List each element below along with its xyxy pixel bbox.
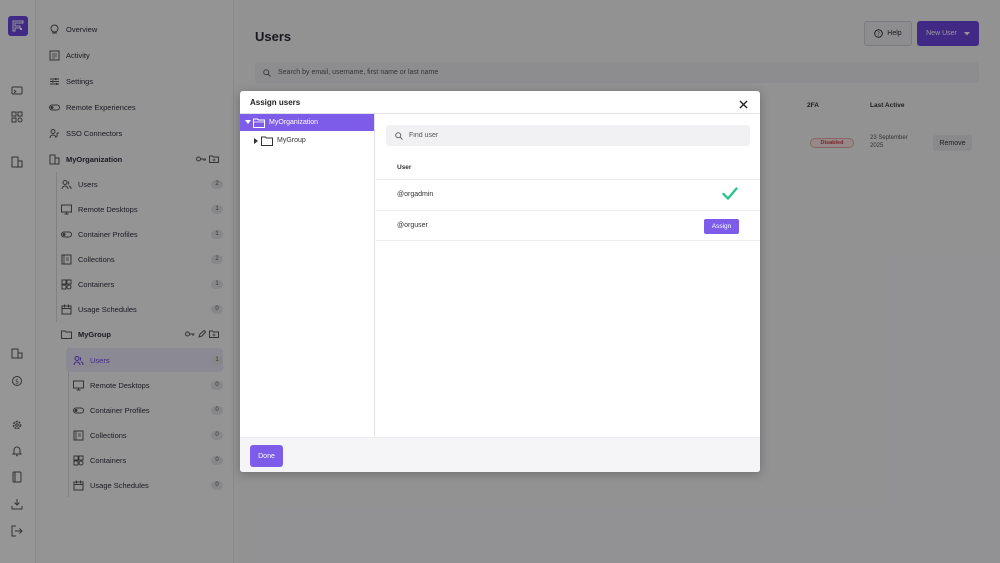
folder-open-icon: [253, 118, 266, 128]
find-user-input[interactable]: [386, 125, 750, 146]
modal-footer: Done: [240, 437, 760, 472]
done-button[interactable]: Done: [250, 445, 283, 467]
folder-icon: [261, 136, 274, 146]
table-row: @orgadmin: [376, 179, 760, 210]
table-row: @orguser Assign: [376, 210, 760, 241]
close-icon[interactable]: [738, 97, 749, 109]
user-name: @orguser: [397, 222, 428, 229]
tree-node-myorganization[interactable]: MyOrganization: [240, 114, 374, 131]
search-icon: [395, 132, 403, 140]
user-name: @orgadmin: [397, 191, 434, 198]
assign-button[interactable]: Assign: [704, 219, 739, 234]
tree-node-mygroup[interactable]: MyGroup: [248, 132, 374, 149]
group-tree: MyOrganization MyGroup: [240, 114, 375, 437]
column-user: User: [397, 164, 412, 171]
modal-header: Assign users: [240, 91, 760, 114]
caret-right-icon[interactable]: [251, 137, 261, 144]
modal-title: Assign users: [250, 98, 301, 107]
caret-down-icon[interactable]: [243, 120, 253, 125]
users-pane: User @orgadmin @orguser Assign: [376, 114, 760, 437]
check-icon: [722, 187, 738, 200]
assign-users-modal: Assign users MyOrganization MyGroup User…: [240, 91, 760, 472]
